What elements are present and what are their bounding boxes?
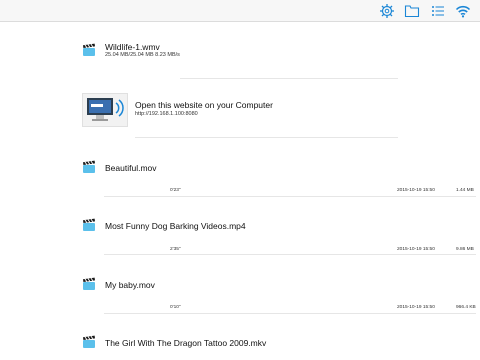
divider [104,313,476,314]
banner-title: Open this website on your Computer [135,100,273,110]
folder-icon[interactable] [404,3,420,19]
file-name: Beautiful.mov [105,163,157,173]
divider [135,137,398,138]
computer-thumbnail [82,93,128,127]
file-duration: 0'23" [170,188,181,193]
video-clapperboard-icon [82,160,96,174]
file-name: My baby.mov [105,280,155,290]
file-duration: 0'10" [170,305,181,310]
file-size: 9.86 MB [456,247,474,252]
file-size: 966.4 KB [456,305,476,310]
file-name: Most Funny Dog Barking Videos.mp4 [105,221,246,231]
download-progress-text: 25.04 MB/25.04 MB 8.23 MB/s [105,52,180,58]
file-duration: 2'35" [170,247,181,252]
file-date: 2015-10-19 15:50 [397,305,435,310]
list-icon[interactable] [430,3,446,19]
download-file-name: Wildlife-1.wmv [105,42,160,52]
file-date: 2015-10-19 15:50 [397,188,435,193]
divider [180,78,398,79]
video-clapperboard-icon [82,335,96,349]
file-list: Wildlife-1.wmv 25.04 MB/25.04 MB 8.23 MB… [0,23,480,360]
banner-url[interactable]: http://192.168.1.100:8080 [135,111,198,117]
file-size: 1.44 MB [456,188,474,193]
video-clapperboard-icon [82,277,96,291]
video-clapperboard-icon [82,43,96,57]
divider [104,254,476,255]
file-date: 2015-10-19 15:50 [397,247,435,252]
video-clapperboard-icon [82,218,96,232]
top-toolbar [0,0,480,22]
gear-icon[interactable] [379,3,395,19]
file-name: The Girl With The Dragon Tattoo 2009.mkv [105,338,267,348]
wifi-icon[interactable] [455,3,471,19]
divider [104,196,476,197]
